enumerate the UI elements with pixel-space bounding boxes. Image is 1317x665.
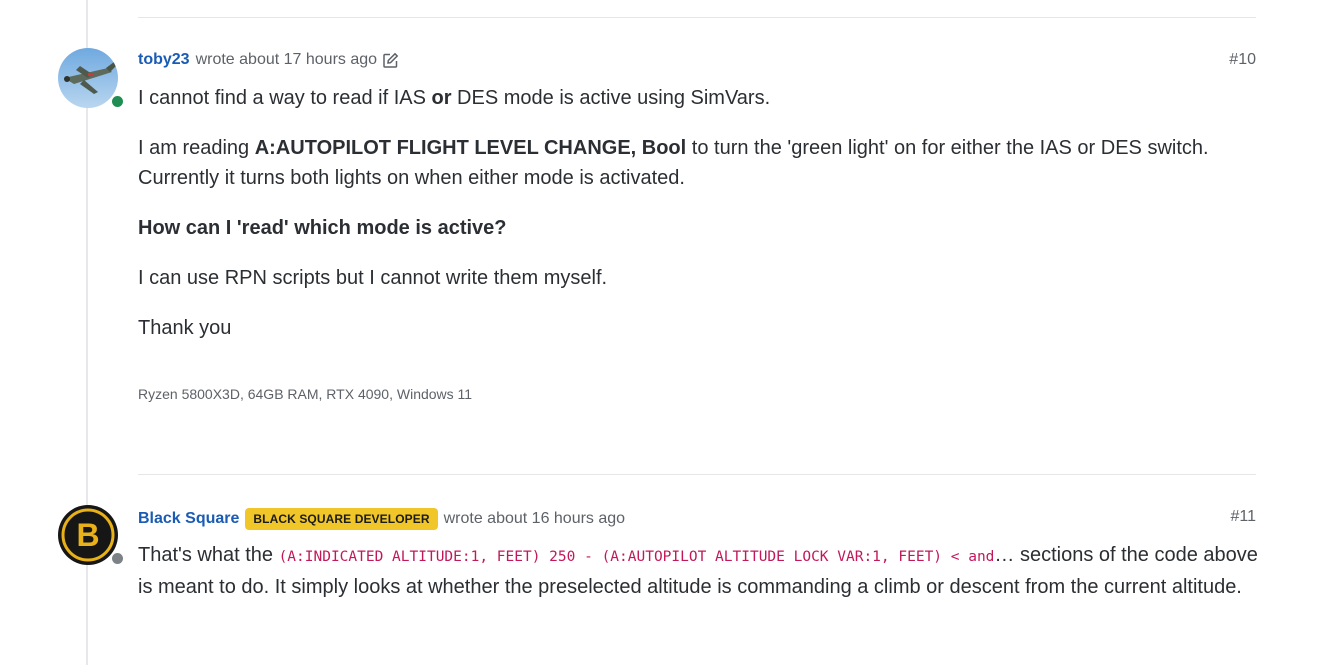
svg-text:B: B xyxy=(76,517,99,553)
paragraph: How can I 'read' which mode is active? xyxy=(138,217,507,239)
username-link[interactable]: Black Square xyxy=(138,510,239,528)
post-time: wrote about 17 hours ago xyxy=(195,51,378,68)
avatar-toby23[interactable] xyxy=(58,48,125,109)
post-number[interactable]: #11 xyxy=(1230,508,1256,526)
user-signature: Ryzen 5800X3D, 64GB RAM, RTX 4090, Windo… xyxy=(138,386,473,402)
post-divider xyxy=(138,474,1256,475)
paragraph: I can use RPN scripts but I cannot write… xyxy=(138,267,608,289)
username-link[interactable]: toby23 xyxy=(138,51,190,69)
letter-b-avatar-image: B xyxy=(58,505,118,565)
paragraph: That's what the (A:INDICATED ALTITUDE:1,… xyxy=(138,544,1258,598)
offline-status-dot xyxy=(110,551,125,566)
paragraph: Thank you xyxy=(138,317,232,339)
post-number[interactable]: #10 xyxy=(1229,51,1256,69)
developer-badge[interactable]: BLACK SQUARE DEVELOPER xyxy=(245,508,438,530)
paragraph: I am reading A:AUTOPILOT FLIGHT LEVEL CH… xyxy=(138,137,1209,189)
post-body: That's what the (A:INDICATED ALTITUDE:1,… xyxy=(138,540,1258,622)
post-time: wrote about 16 hours ago xyxy=(443,510,626,527)
inline-code: (A:INDICATED ALTITUDE:1, FEET) 250 - (A:… xyxy=(278,549,995,565)
airplane-avatar-image xyxy=(58,48,118,108)
post-body: I cannot find a way to read if IAS or DE… xyxy=(138,83,1258,363)
post-header: Black Square BLACK SQUARE DEVELOPER wrot… xyxy=(138,508,625,530)
edit-icon[interactable] xyxy=(382,52,399,69)
post-divider xyxy=(138,17,1256,18)
post-header: toby23 wrote about 17 hours ago xyxy=(138,51,399,69)
online-status-dot xyxy=(110,94,125,109)
avatar-black-square[interactable]: B xyxy=(58,505,125,566)
paragraph: I cannot find a way to read if IAS or DE… xyxy=(138,87,771,109)
